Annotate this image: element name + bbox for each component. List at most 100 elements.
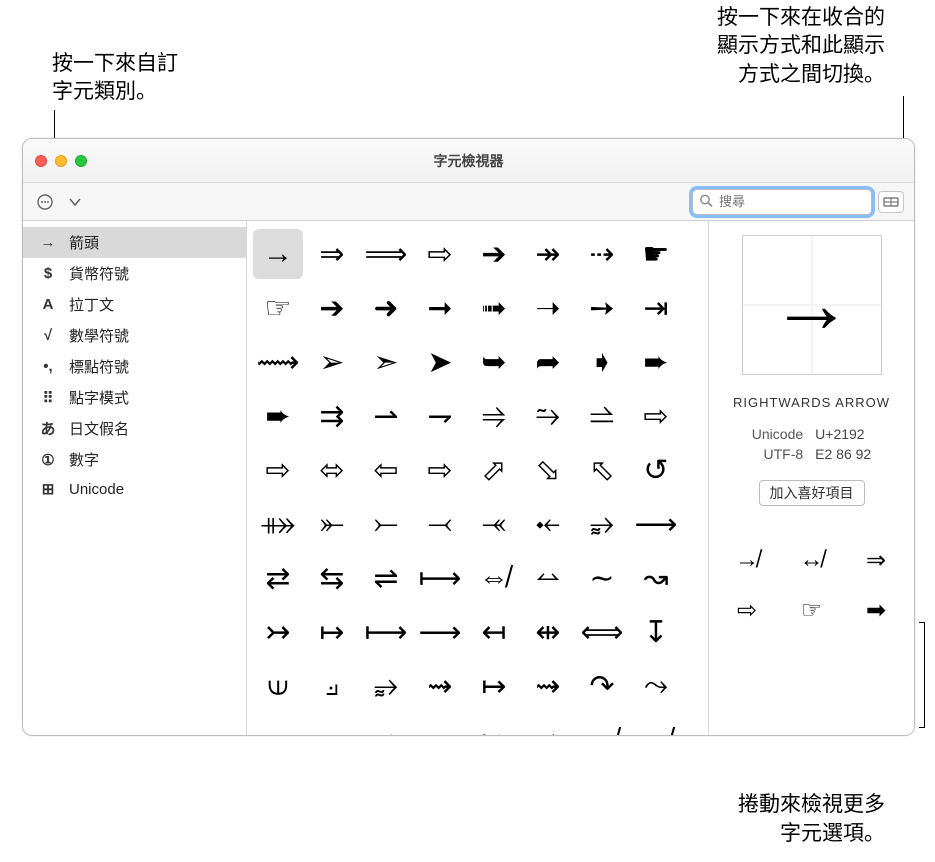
- sidebar-item-6[interactable]: あ日文假名: [23, 413, 246, 444]
- sidebar-item-8[interactable]: ⊞Unicode: [23, 475, 246, 503]
- character-cell[interactable]: ↤: [469, 607, 519, 657]
- character-cell[interactable]: ↠: [523, 229, 573, 279]
- character-cell[interactable]: ⇝: [523, 661, 573, 711]
- character-cell[interactable]: ⤁: [253, 499, 303, 549]
- character-cell[interactable]: ⟼: [415, 553, 465, 603]
- character-cell[interactable]: ⇨: [253, 445, 303, 495]
- character-cell[interactable]: ☞: [253, 283, 303, 333]
- sidebar-item-5[interactable]: ⠿點字模式: [23, 382, 246, 413]
- character-cell[interactable]: ↛: [577, 715, 627, 735]
- zoom-window-button[interactable]: [75, 155, 87, 167]
- character-cell[interactable]: ⇦: [361, 445, 411, 495]
- character-cell[interactable]: ⬂: [523, 445, 573, 495]
- character-cell[interactable]: ➟: [469, 283, 519, 333]
- variant-cell[interactable]: ➡: [850, 588, 902, 632]
- character-cell[interactable]: ⇨: [415, 445, 465, 495]
- character-cell[interactable]: ⥵: [361, 661, 411, 711]
- character-cell[interactable]: ⇢: [577, 229, 627, 279]
- character-cell[interactable]: ⤚: [361, 499, 411, 549]
- character-cell[interactable]: ⥲: [523, 391, 573, 441]
- character-cell[interactable]: ⥬: [577, 391, 627, 441]
- character-grid-area[interactable]: →⇒⟹⇨➔↠⇢☛☞➔➜➞➟➝➙⇥⟿➢➣➤➥➦➧➨➨⇉⇀⇁⥤⥲⥬⇨⇨⬄⇦⇨⬀⬂⬁↺…: [247, 221, 708, 735]
- character-cell[interactable]: ➤: [415, 337, 465, 387]
- character-cell[interactable]: ➨: [631, 337, 681, 387]
- character-cell[interactable]: ⤑: [307, 715, 357, 735]
- character-cell[interactable]: ➨: [253, 391, 303, 441]
- character-cell[interactable]: ↣: [253, 607, 303, 657]
- character-cell[interactable]: ⤐: [253, 715, 303, 735]
- search-field[interactable]: [692, 189, 872, 215]
- character-cell[interactable]: ⥤: [469, 391, 519, 441]
- character-cell[interactable]: ➙: [577, 283, 627, 333]
- character-cell[interactable]: →: [253, 229, 303, 279]
- character-cell[interactable]: ➔: [307, 283, 357, 333]
- character-cell[interactable]: ⟼: [361, 607, 411, 657]
- character-cell[interactable]: ⟶: [415, 607, 465, 657]
- character-cell[interactable]: ⇹: [523, 607, 573, 657]
- character-cell[interactable]: ⤳: [631, 661, 681, 711]
- categories-dropdown-button[interactable]: [63, 192, 87, 212]
- character-cell[interactable]: ⟺: [577, 607, 627, 657]
- character-cell[interactable]: ⬁: [577, 445, 627, 495]
- character-cell[interactable]: ➥: [469, 337, 519, 387]
- character-cell[interactable]: ↦: [307, 607, 357, 657]
- character-cell[interactable]: ⇁: [415, 715, 465, 735]
- character-cell[interactable]: ⤙: [415, 499, 465, 549]
- character-cell[interactable]: ⟒: [253, 661, 303, 711]
- sidebar-item-2[interactable]: A拉丁文: [23, 289, 246, 320]
- character-cell[interactable]: ⟿: [253, 337, 303, 387]
- add-to-favorites-button[interactable]: 加入喜好項目: [759, 480, 865, 506]
- character-cell[interactable]: ↷: [577, 661, 627, 711]
- character-cell[interactable]: ⬄: [307, 445, 357, 495]
- character-cell[interactable]: ⇢: [523, 715, 573, 735]
- character-cell[interactable]: ⇎: [469, 553, 519, 603]
- variant-cell[interactable]: ⇒: [850, 538, 902, 582]
- character-cell[interactable]: ⇨: [631, 391, 681, 441]
- character-cell[interactable]: ⇁: [415, 391, 465, 441]
- character-cell[interactable]: ⇌: [361, 553, 411, 603]
- variant-cell[interactable]: ↮: [786, 538, 838, 582]
- character-cell[interactable]: ⥎: [523, 553, 573, 603]
- sidebar-item-4[interactable]: •,標點符號: [23, 351, 246, 382]
- character-cell[interactable]: ↦: [469, 715, 519, 735]
- character-cell[interactable]: ➝: [523, 283, 573, 333]
- character-cell[interactable]: ➢: [307, 337, 357, 387]
- sidebar-item-1[interactable]: $貨幣符號: [23, 258, 246, 289]
- character-cell[interactable]: ↺: [631, 445, 681, 495]
- character-cell[interactable]: ➞: [415, 283, 465, 333]
- font-variants-grid[interactable]: ↛ ↮ ⇒ ⇨ ☞ ➡: [721, 538, 902, 632]
- character-cell[interactable]: ⤜: [307, 499, 357, 549]
- character-cell[interactable]: ↧: [631, 607, 681, 657]
- character-cell[interactable]: ↝: [631, 553, 681, 603]
- character-cell[interactable]: ↦: [469, 661, 519, 711]
- character-cell[interactable]: ⟶: [631, 499, 681, 549]
- character-cell[interactable]: ⥵: [577, 499, 627, 549]
- character-cell[interactable]: ⇨: [415, 229, 465, 279]
- character-cell[interactable]: ⇒: [307, 229, 357, 279]
- character-cell[interactable]: ⇆: [307, 553, 357, 603]
- character-cell[interactable]: ⇀: [361, 391, 411, 441]
- character-cell[interactable]: ⇥: [631, 283, 681, 333]
- toggle-view-button[interactable]: [878, 191, 904, 213]
- character-cell[interactable]: ⬀: [469, 445, 519, 495]
- character-cell[interactable]: ➣: [361, 337, 411, 387]
- character-cell[interactable]: ⇉: [307, 391, 357, 441]
- action-menu-button[interactable]: [33, 192, 57, 212]
- sidebar-item-7[interactable]: ①數字: [23, 444, 246, 475]
- sidebar-item-0[interactable]: →箭頭: [23, 227, 246, 258]
- character-cell[interactable]: ⇄: [253, 553, 303, 603]
- character-cell[interactable]: ⟓: [307, 661, 357, 711]
- variant-cell[interactable]: ⇨: [721, 588, 773, 632]
- character-cell[interactable]: ➧: [577, 337, 627, 387]
- character-cell[interactable]: ⤛: [469, 499, 519, 549]
- variant-cell[interactable]: ☞: [786, 588, 838, 632]
- variant-cell[interactable]: ↛: [721, 538, 773, 582]
- character-cell[interactable]: ∼: [577, 553, 627, 603]
- minimize-window-button[interactable]: [55, 155, 67, 167]
- character-cell[interactable]: ☛: [631, 229, 681, 279]
- character-cell[interactable]: ↮: [631, 715, 681, 735]
- search-input[interactable]: [719, 194, 865, 209]
- sidebar-item-3[interactable]: √數學符號: [23, 320, 246, 351]
- character-cell[interactable]: ⤝: [523, 499, 573, 549]
- character-cell[interactable]: ⇝: [415, 661, 465, 711]
